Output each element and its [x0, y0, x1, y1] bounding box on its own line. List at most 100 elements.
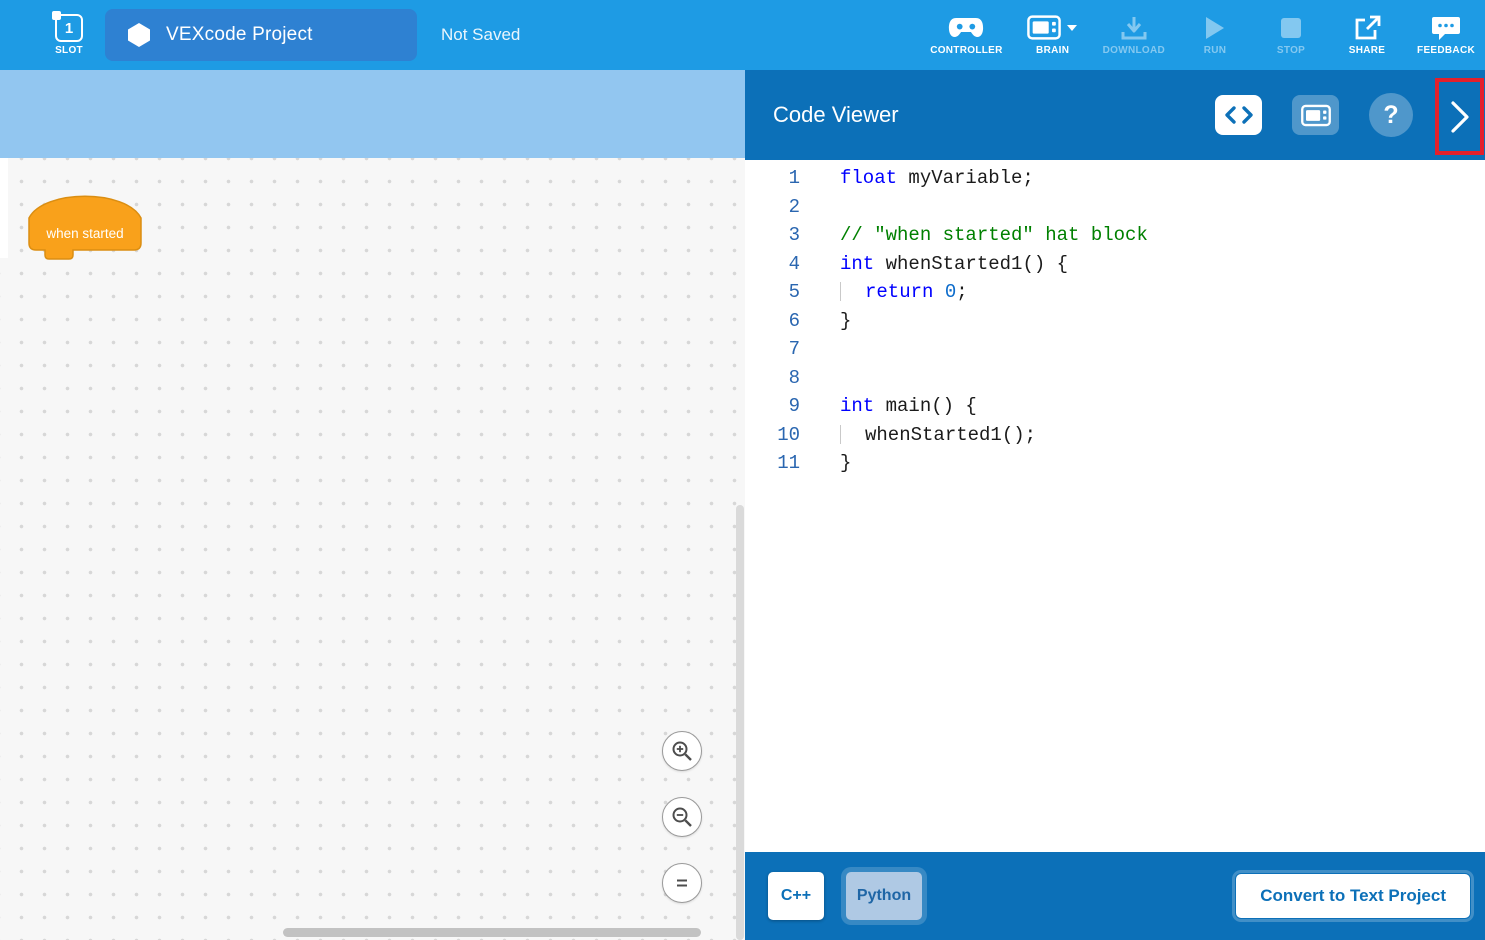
- slot-icon: 1: [55, 14, 83, 42]
- code-line-content: [800, 364, 840, 393]
- zoom-reset-button[interactable]: [662, 863, 702, 903]
- slot-label: SLOT: [55, 45, 83, 56]
- code-viewer-title: Code Viewer: [773, 102, 899, 128]
- line-number: 2: [745, 193, 800, 222]
- slot-number: 1: [65, 20, 73, 37]
- project-title-box[interactable]: VEXcode Project: [105, 9, 417, 61]
- zoom-controls: [662, 731, 702, 903]
- help-button[interactable]: ?: [1369, 93, 1413, 137]
- line-number: 11: [745, 449, 800, 478]
- code-line-content: float myVariable;: [800, 164, 1034, 193]
- code-line-content: [800, 335, 840, 364]
- share-icon: [1353, 14, 1381, 41]
- chevron-right-icon: [1448, 99, 1472, 135]
- python-tab-button[interactable]: Python: [846, 872, 922, 920]
- code-line-content: }: [800, 307, 851, 336]
- code-line-content: whenStarted1();: [800, 421, 1036, 450]
- line-number: 4: [745, 250, 800, 279]
- code-viewer-header-actions: ?: [1215, 93, 1413, 137]
- help-icon: ?: [1383, 101, 1398, 130]
- code-line: 11}: [745, 449, 1485, 478]
- flyout-scrollbar[interactable]: [0, 158, 8, 258]
- code-view-button[interactable]: [1215, 95, 1262, 135]
- slot-button[interactable]: 1 SLOT: [55, 14, 83, 56]
- line-number: 1: [745, 164, 800, 193]
- zoom-out-button[interactable]: [662, 797, 702, 837]
- brain-view-button[interactable]: [1292, 95, 1339, 135]
- code-line: 8: [745, 364, 1485, 393]
- convert-to-text-project-button[interactable]: Convert to Text Project: [1235, 873, 1471, 919]
- toolbar-actions: CONTROLLER BRAIN DOWNLOAD: [930, 14, 1475, 56]
- collapse-control-area: [1435, 78, 1484, 155]
- when-started-block[interactable]: when started: [26, 184, 144, 264]
- brain-label: BRAIN: [1036, 45, 1069, 56]
- stop-icon: [1280, 14, 1302, 41]
- workspace-canvas[interactable]: when started: [0, 158, 745, 940]
- download-icon: [1120, 14, 1148, 41]
- line-number: 6: [745, 307, 800, 336]
- code-line: 5return 0;: [745, 278, 1485, 307]
- code-viewer-footer: C++ Python Convert to Text Project: [745, 852, 1485, 940]
- controller-label: CONTROLLER: [930, 45, 1002, 56]
- line-number: 8: [745, 364, 800, 393]
- project-title: VEXcode Project: [166, 24, 313, 46]
- feedback-icon: [1431, 14, 1461, 41]
- slot-tab-mark: [52, 11, 61, 20]
- vexcode-app: 1 SLOT VEXcode Project Not Saved CONTROL…: [0, 0, 1485, 940]
- controller-button[interactable]: CONTROLLER: [930, 14, 1002, 56]
- stop-label: STOP: [1277, 45, 1305, 56]
- zoom-reset-icon: [672, 873, 692, 893]
- run-icon: [1204, 14, 1226, 41]
- run-button[interactable]: RUN: [1189, 14, 1241, 56]
- code-editor: 1float myVariable;23// "when started" ha…: [745, 160, 1485, 852]
- line-number: 5: [745, 278, 800, 307]
- code-line-content: int main() {: [800, 392, 977, 421]
- download-label: DOWNLOAD: [1103, 45, 1165, 56]
- zoom-in-icon: [670, 739, 694, 763]
- share-label: SHARE: [1349, 45, 1386, 56]
- cpp-tab-button[interactable]: C++: [768, 872, 824, 920]
- feedback-button[interactable]: FEEDBACK: [1417, 14, 1475, 56]
- code-line-content: // "when started" hat block: [800, 221, 1148, 250]
- code-line: 9int main() {: [745, 392, 1485, 421]
- code-viewer-header: Code Viewer ?: [745, 70, 1485, 160]
- line-number: 10: [745, 421, 800, 450]
- when-started-block-label: when started: [45, 226, 123, 241]
- line-number: 3: [745, 221, 800, 250]
- run-label: RUN: [1204, 45, 1227, 56]
- brain-icon: [1027, 15, 1061, 40]
- code-line-content: }: [800, 449, 851, 478]
- code-line: 1float myVariable;: [745, 164, 1485, 193]
- code-line: 10whenStarted1();: [745, 421, 1485, 450]
- vertical-scrollbar[interactable]: [736, 505, 744, 940]
- stop-button[interactable]: STOP: [1265, 14, 1317, 56]
- code-line: 2: [745, 193, 1485, 222]
- zoom-in-button[interactable]: [662, 731, 702, 771]
- code-line-content: [800, 193, 840, 222]
- code-lines: 1float myVariable;23// "when started" ha…: [745, 164, 1485, 478]
- code-line: 7: [745, 335, 1485, 364]
- save-status: Not Saved: [441, 25, 520, 45]
- top-toolbar: 1 SLOT VEXcode Project Not Saved CONTROL…: [0, 0, 1485, 70]
- brain-view-icon: [1301, 104, 1331, 127]
- collapse-panel-button[interactable]: [1444, 95, 1476, 139]
- feedback-label: FEEDBACK: [1417, 45, 1475, 56]
- zoom-out-icon: [670, 805, 694, 829]
- brain-button[interactable]: BRAIN: [1027, 14, 1079, 56]
- toolbox-strip[interactable]: [0, 70, 745, 158]
- code-viewer-panel: Code Viewer ?: [745, 70, 1485, 940]
- line-number: 9: [745, 392, 800, 421]
- controller-icon: [948, 14, 984, 41]
- horizontal-scrollbar[interactable]: [283, 928, 701, 937]
- share-button[interactable]: SHARE: [1341, 14, 1393, 56]
- code-line-content: int whenStarted1() {: [800, 250, 1068, 279]
- hexagon-icon: [127, 22, 151, 48]
- code-brackets-icon: [1224, 105, 1254, 125]
- code-line: 6}: [745, 307, 1485, 336]
- download-button[interactable]: DOWNLOAD: [1103, 14, 1165, 56]
- code-line: 3// "when started" hat block: [745, 221, 1485, 250]
- blocks-workspace-pane: when started: [0, 70, 745, 940]
- line-number: 7: [745, 335, 800, 364]
- code-line-content: return 0;: [800, 278, 968, 307]
- dropdown-caret-icon: [1066, 24, 1078, 32]
